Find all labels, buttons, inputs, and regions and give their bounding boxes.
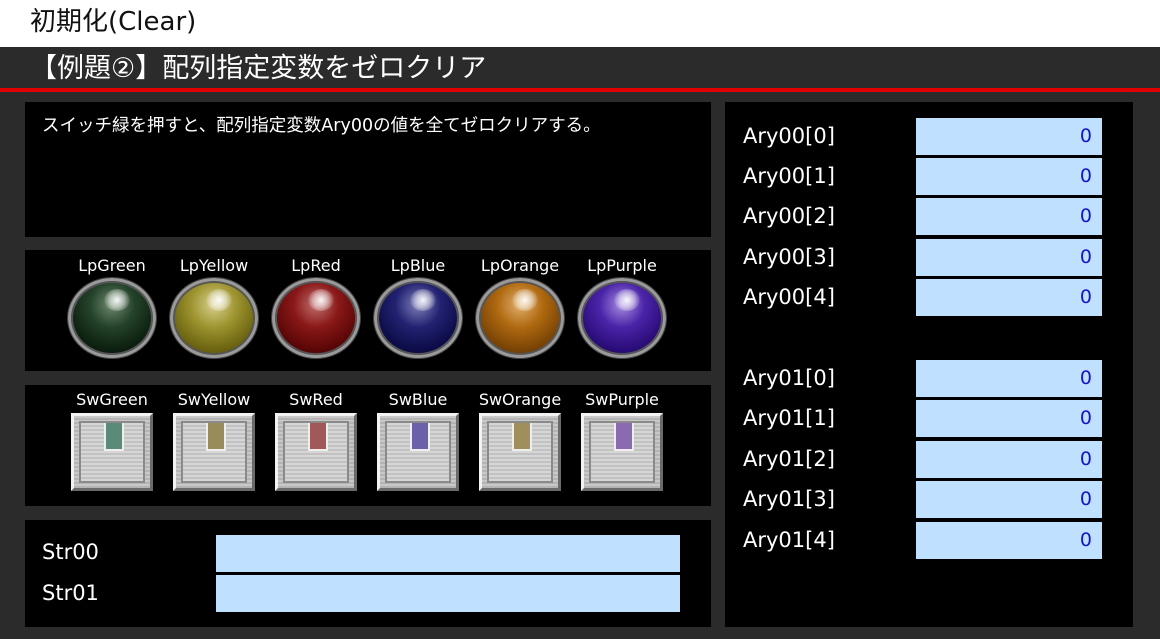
switch-yellow-button[interactable] — [173, 413, 255, 491]
lamp-red-icon — [272, 278, 360, 358]
switch-green-button[interactable] — [71, 413, 153, 491]
section-header: 【例題②】配列指定変数をゼロクリア — [0, 47, 1160, 90]
ary01-field-3[interactable]: 0 — [916, 481, 1102, 518]
indicator-icon — [410, 423, 430, 451]
lamp-green-icon — [68, 278, 156, 358]
str01-field[interactable] — [216, 575, 680, 612]
indicator-icon — [104, 423, 124, 451]
ary00-field-3[interactable]: 0 — [916, 239, 1102, 276]
description-panel: スイッチ緑を押すと、配列指定変数Ary00の値を全てゼロクリアする。 — [25, 102, 711, 237]
switch-red-button[interactable] — [275, 413, 357, 491]
ary01-field-2[interactable]: 0 — [916, 441, 1102, 478]
description-text: スイッチ緑を押すと、配列指定変数Ary00の値を全てゼロクリアする。 — [42, 116, 601, 136]
lamp-label: LpYellow — [179, 256, 249, 275]
ary00-label-4: Ary00[4] — [743, 285, 835, 309]
ary00-label-2: Ary00[2] — [743, 204, 835, 228]
array-panel: Ary00[0] 0 Ary00[1] 0 Ary00[2] 0 Ary00[3… — [725, 102, 1133, 627]
ary00-field-0[interactable]: 0 — [916, 118, 1102, 155]
switch-label: SwYellow — [177, 390, 251, 409]
ary01-label-1: Ary01[1] — [743, 406, 835, 430]
ary00-field-1[interactable]: 0 — [916, 158, 1102, 195]
switch-label: SwPurple — [585, 390, 659, 409]
header-divider — [0, 88, 1160, 92]
lamp-yellow-icon — [170, 278, 258, 358]
lamp-label: LpPurple — [587, 256, 657, 275]
lamp-blue-icon — [374, 278, 462, 358]
lamp-label: LpOrange — [480, 256, 560, 275]
str00-label: Str00 — [42, 540, 99, 564]
lamp-panel: LpGreen LpYellow LpRed LpBlue LpOrange L… — [25, 250, 711, 371]
switch-label: SwBlue — [388, 390, 448, 409]
indicator-icon — [614, 423, 634, 451]
lamp-label: LpGreen — [78, 256, 146, 275]
switch-purple-button[interactable] — [581, 413, 663, 491]
ary00-label-3: Ary00[3] — [743, 245, 835, 269]
ary01-label-4: Ary01[4] — [743, 528, 835, 552]
ary01-field-1[interactable]: 0 — [916, 400, 1102, 437]
indicator-icon — [512, 423, 532, 451]
string-panel: Str00 Str01 — [25, 520, 711, 627]
ary01-label-2: Ary01[2] — [743, 447, 835, 471]
lamp-purple-icon — [578, 278, 666, 358]
switch-label: SwRed — [289, 390, 343, 409]
indicator-icon — [308, 423, 328, 451]
lamp-label: LpRed — [291, 256, 341, 275]
switch-label: SwGreen — [76, 390, 148, 409]
switch-label: SwOrange — [478, 390, 562, 409]
lamp-label: LpBlue — [390, 256, 446, 275]
lamp-orange-icon — [476, 278, 564, 358]
indicator-icon — [206, 423, 226, 451]
ary01-field-0[interactable]: 0 — [916, 360, 1102, 397]
ary01-label-3: Ary01[3] — [743, 487, 835, 511]
ary00-field-4[interactable]: 0 — [916, 279, 1102, 316]
switch-panel: SwGreen SwYellow SwRed SwBlue SwOrange S… — [25, 385, 711, 506]
str00-field[interactable] — [216, 535, 680, 572]
ary00-label-0: Ary00[0] — [743, 124, 835, 148]
ary01-label-0: Ary01[0] — [743, 366, 835, 390]
ary00-field-2[interactable]: 0 — [916, 198, 1102, 235]
switch-orange-button[interactable] — [479, 413, 561, 491]
str01-label: Str01 — [42, 581, 99, 605]
page-title: 初期化(Clear) — [0, 0, 1160, 47]
switch-blue-button[interactable] — [377, 413, 459, 491]
ary00-label-1: Ary00[1] — [743, 164, 835, 188]
ary01-field-4[interactable]: 0 — [916, 522, 1102, 559]
